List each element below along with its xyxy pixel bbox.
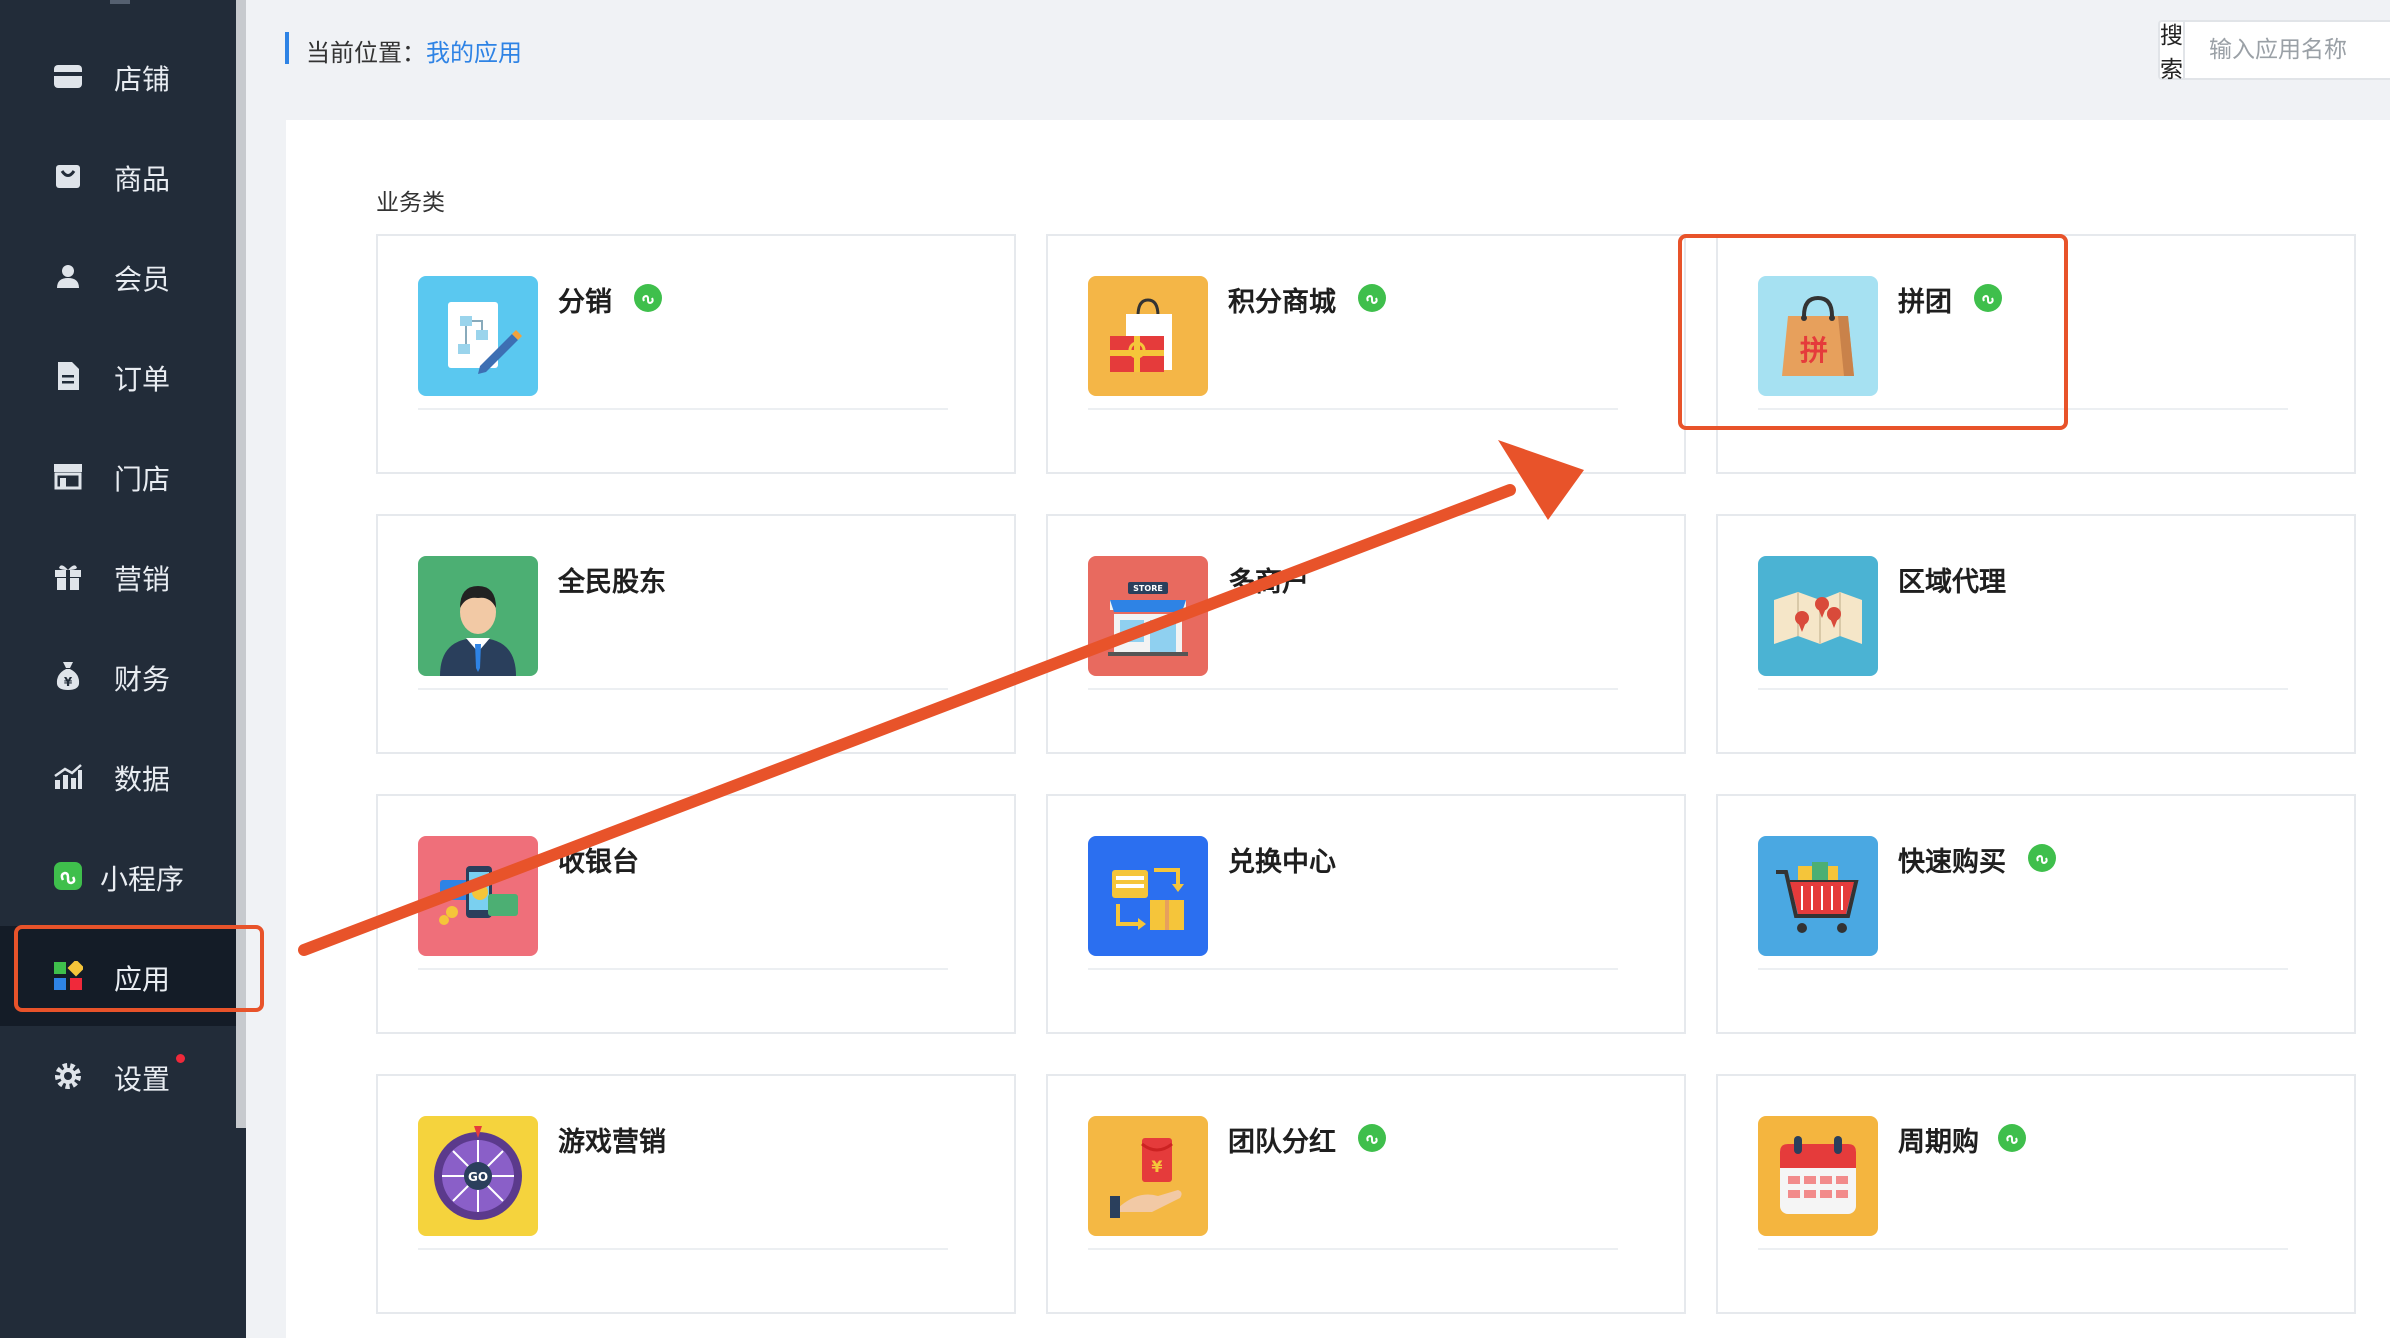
- app-card-exchange-center[interactable]: 兑换中心: [1046, 794, 1686, 1034]
- wheel-icon: GO: [418, 1116, 538, 1236]
- sidebar-item-members[interactable]: 会员: [0, 226, 236, 326]
- card-divider: [1088, 1248, 1618, 1250]
- mini-program-badge-icon: [1998, 1124, 2026, 1152]
- breadcrumb-prefix: 当前位置：: [306, 39, 426, 67]
- app-card-points-mall[interactable]: 积分商城: [1046, 234, 1686, 474]
- card-divider: [1088, 968, 1618, 970]
- sidebar-item-goods[interactable]: 商品: [0, 126, 236, 226]
- app-card-multi-store[interactable]: STORE 多商户: [1046, 514, 1686, 754]
- app-card-game-marketing[interactable]: GO 游戏营销: [376, 1074, 1016, 1314]
- sidebar-item-store[interactable]: 店铺: [0, 26, 236, 126]
- app-card-cashier[interactable]: 收银台: [376, 794, 1016, 1034]
- calendar-icon: [1758, 1116, 1878, 1236]
- exchange-icon: [1088, 836, 1208, 956]
- app-name: 分销: [558, 287, 612, 318]
- shop-icon: [52, 460, 84, 492]
- app-name: 区域代理: [1898, 567, 2006, 598]
- mini-program-badge-icon: [1358, 1124, 1386, 1152]
- user-icon: [52, 260, 84, 292]
- card-divider: [1758, 968, 2288, 970]
- search-box: 搜索: [2158, 20, 2390, 83]
- bag-icon: [52, 160, 84, 192]
- sidebar-item-mini-program[interactable]: 小程序: [0, 826, 236, 926]
- card-divider: [418, 1248, 948, 1250]
- sidebar-item-label: 设置: [114, 1063, 171, 1096]
- sidebar-item-label: 商品: [114, 163, 171, 196]
- mini-program-badge-icon: [634, 284, 662, 312]
- envelope-icon-text: ¥: [1151, 1157, 1162, 1176]
- bar-chart-icon: [52, 760, 84, 792]
- app-name: 周期购: [1898, 1127, 1979, 1158]
- cashier-icon: [418, 836, 538, 956]
- search-input[interactable]: [2185, 22, 2390, 78]
- sidebar-item-label: 营销: [114, 563, 171, 596]
- card-divider: [1088, 688, 1618, 690]
- app-name: 兑换中心: [1228, 847, 1336, 878]
- breadcrumb: 当前位置：我的应用: [306, 33, 522, 68]
- app-card-distribution[interactable]: 分销: [376, 234, 1016, 474]
- app-name: 团队分红: [1228, 1127, 1336, 1158]
- gear-icon: [52, 1060, 84, 1092]
- document-icon: [52, 360, 84, 392]
- app-card-shareholder[interactable]: 全民股东: [376, 514, 1016, 754]
- sidebar-item-label: 门店: [114, 463, 171, 496]
- sidebar-item-label: 数据: [114, 763, 171, 796]
- multi-store-icon-text: STORE: [1133, 584, 1163, 593]
- wheel-icon-text: GO: [468, 1170, 488, 1184]
- cart-icon: [1758, 836, 1878, 956]
- money-bag-icon: ¥: [52, 660, 84, 692]
- app-card-subscription[interactable]: 周期购: [1716, 1074, 2356, 1314]
- mini-program-badge-icon: [2028, 844, 2056, 872]
- card-divider: [1758, 1248, 2288, 1250]
- sidebar-item-data[interactable]: 数据: [0, 726, 236, 826]
- sidebar-item-label: 小程序: [100, 863, 185, 896]
- annotation-box-apps: [14, 925, 264, 1012]
- sidebar-item-settings[interactable]: 设置: [0, 1026, 236, 1126]
- card-divider: [1088, 408, 1618, 410]
- distribution-icon: [418, 276, 538, 396]
- app-name: 收银台: [558, 847, 639, 878]
- card-divider: [1758, 688, 2288, 690]
- map-icon: [1758, 556, 1878, 676]
- app-name: 全民股东: [558, 567, 666, 598]
- app-name: 快速购买: [1898, 847, 2006, 878]
- shareholder-icon: [418, 556, 538, 676]
- app-card-quick-buy[interactable]: 快速购买: [1716, 794, 2356, 1034]
- store-icon: [52, 60, 84, 92]
- app-card-regional-agent[interactable]: 区域代理: [1716, 514, 2356, 754]
- svg-text:¥: ¥: [64, 675, 73, 689]
- red-envelope-icon: ¥: [1088, 1116, 1208, 1236]
- sidebar-item-finance[interactable]: ¥ 财务: [0, 626, 236, 726]
- sidebar-item-label: 财务: [114, 663, 171, 696]
- annotation-box-group-buy: [1678, 234, 2068, 430]
- multi-store-icon: STORE: [1088, 556, 1208, 676]
- app-name: 积分商城: [1228, 287, 1336, 318]
- breadcrumb-link[interactable]: 我的应用: [426, 39, 522, 67]
- sidebar-item-label: 店铺: [114, 63, 171, 96]
- card-divider: [418, 408, 948, 410]
- sidebar-item-shops[interactable]: 门店: [0, 426, 236, 526]
- app-name: 游戏营销: [558, 1127, 666, 1158]
- card-divider: [418, 688, 948, 690]
- card-divider: [418, 968, 948, 970]
- breadcrumb-marker: [285, 32, 289, 64]
- sidebar-item-label: 订单: [114, 363, 171, 396]
- gift-icon: [52, 560, 84, 592]
- section-title: 业务类: [376, 190, 445, 216]
- app-card-team-dividend[interactable]: ¥ 团队分红: [1046, 1074, 1686, 1314]
- mini-program-badge-icon: [1358, 284, 1386, 312]
- mini-program-icon: [52, 860, 84, 892]
- sidebar: 店铺 商品 会员 订单 门店 营销 ¥ 财务 数据 小程序 应用 设置: [0, 0, 246, 1338]
- sidebar-item-label: 会员: [114, 263, 171, 296]
- sidebar-item-orders[interactable]: 订单: [0, 326, 236, 426]
- app-name: 多商户: [1228, 567, 1309, 598]
- notification-dot: [176, 1054, 185, 1063]
- search-button[interactable]: 搜索: [2160, 22, 2185, 83]
- sidebar-top-edge: [110, 0, 130, 4]
- sidebar-item-marketing[interactable]: 营销: [0, 526, 236, 626]
- points-mall-icon: [1088, 276, 1208, 396]
